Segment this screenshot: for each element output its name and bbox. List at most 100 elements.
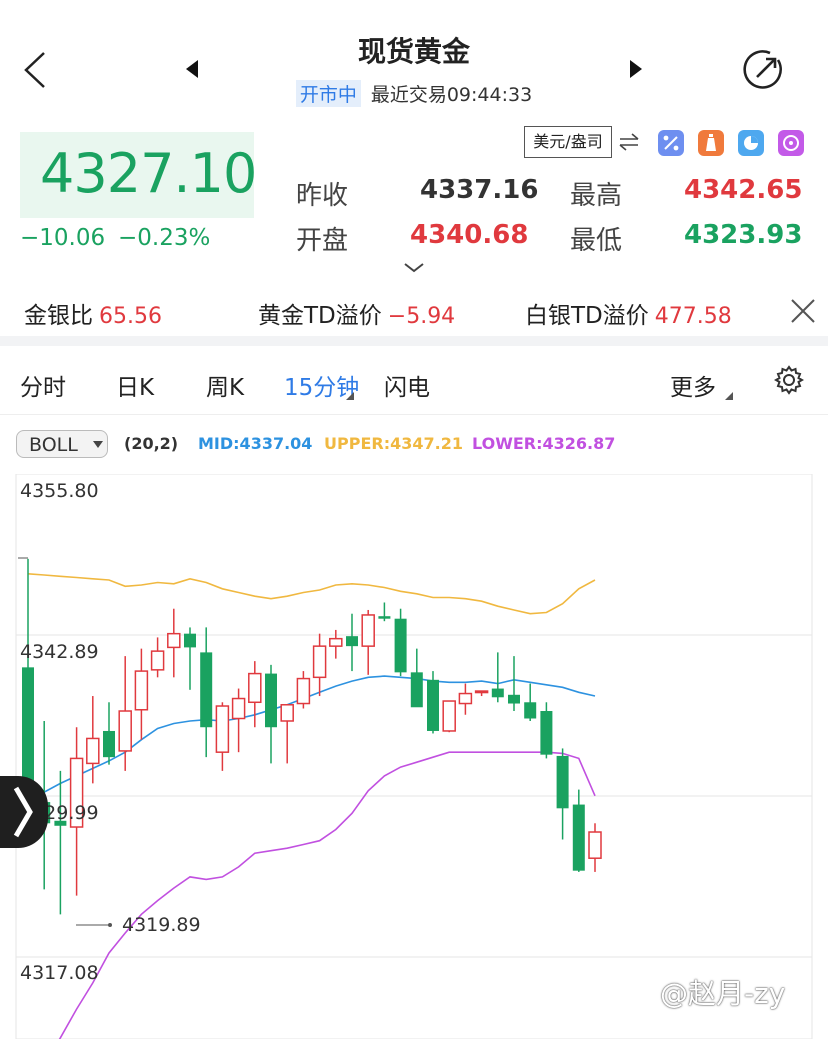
- candle-body: [588, 831, 602, 859]
- refresh-button[interactable]: [742, 48, 786, 92]
- gear-icon: [774, 365, 804, 395]
- axis-label-upper-mid: 4342.89: [20, 641, 99, 663]
- candle: [508, 656, 520, 712]
- next-instrument-button[interactable]: [628, 58, 644, 80]
- candle-body: [167, 632, 181, 649]
- candle-body: [378, 616, 391, 619]
- tab-dropdown-corner-icon: [346, 392, 354, 400]
- candle: [184, 627, 196, 690]
- more-dropdown-corner-icon: [725, 392, 733, 400]
- percent-tool-button[interactable]: [658, 130, 684, 156]
- gs-value: 65.56: [99, 304, 162, 329]
- boll-lower-line: [58, 751, 596, 1039]
- candle: [215, 702, 230, 771]
- candle-body: [329, 637, 343, 647]
- candle-body: [524, 702, 537, 719]
- candle-body: [150, 650, 165, 671]
- candle: [265, 664, 277, 764]
- percent-icon: [658, 130, 684, 156]
- indicator-lower: LOWER:4326.87: [472, 434, 616, 453]
- candle: [378, 602, 391, 622]
- status-badge: 开市中: [295, 80, 361, 107]
- tab-daily-k[interactable]: 日K: [116, 368, 154, 402]
- candle: [200, 627, 213, 758]
- candle-body: [572, 804, 585, 871]
- candle: [410, 648, 423, 708]
- lighthouse-icon: [698, 130, 724, 156]
- prev-close-value: 4337.16: [420, 175, 539, 205]
- chart-settings-button[interactable]: [774, 365, 804, 395]
- close-icon: [791, 299, 815, 323]
- candle-body: [296, 677, 311, 705]
- candle-body: [86, 737, 100, 765]
- high-value: 4342.65: [684, 175, 803, 205]
- axis-label-top: 4355.80: [20, 480, 99, 502]
- silver-td-value: 477.58: [654, 304, 732, 329]
- prev-close-label: 昨收: [296, 181, 349, 211]
- gold-td-label: 黄金TD溢价: [258, 303, 382, 329]
- candle-body: [312, 645, 327, 679]
- calc-tool-button[interactable]: [778, 130, 804, 156]
- candle-body: [346, 636, 358, 647]
- candle: [329, 629, 343, 659]
- candle-body: [394, 618, 407, 673]
- candle-body: [231, 697, 246, 720]
- triangle-right-icon: [630, 60, 642, 78]
- chevron-down-icon: [404, 263, 424, 273]
- indicator-mid: MID:4337.04: [198, 434, 313, 453]
- candle-body: [265, 673, 277, 728]
- expand-button[interactable]: [403, 262, 425, 274]
- candle: [280, 704, 294, 764]
- candle-body: [427, 679, 439, 731]
- candle: [524, 683, 537, 721]
- candlestick-chart[interactable]: [0, 474, 828, 1039]
- price-change: −10.06: [20, 225, 106, 251]
- gs-label: 金银比: [24, 303, 93, 329]
- tab-intraday[interactable]: 分时: [20, 368, 66, 402]
- candle-body: [491, 688, 504, 698]
- tab-weekly-k[interactable]: 周K: [206, 368, 244, 402]
- candle: [103, 702, 115, 765]
- indicator-select[interactable]: BOLL: [16, 430, 108, 458]
- candle: [458, 683, 473, 715]
- pie-chart-icon: [738, 130, 764, 156]
- axis-label-bottom: 4317.08: [20, 962, 99, 984]
- candle: [361, 609, 375, 675]
- low-value: 4323.93: [684, 220, 803, 250]
- chart-tool-button[interactable]: [738, 130, 764, 156]
- candle-body: [508, 694, 520, 704]
- indicator-name: BOLL: [29, 434, 78, 456]
- candle: [556, 748, 569, 840]
- tab-flash[interactable]: 闪电: [384, 368, 430, 402]
- unit-switch-button[interactable]: [618, 132, 640, 152]
- candle-body: [458, 692, 473, 705]
- boll-upper-line: [27, 573, 596, 615]
- gold-td-premium: 黄金TD溢价 −5.94: [258, 296, 455, 330]
- section-gap: [0, 336, 828, 346]
- low-label: 最低: [570, 226, 623, 256]
- silver-td-label: 白银TD溢价: [525, 303, 649, 329]
- open-value: 4340.68: [410, 220, 529, 250]
- close-ratio-button[interactable]: [790, 298, 816, 324]
- candle-body: [410, 672, 423, 708]
- gold-td-value: −5.94: [387, 304, 456, 329]
- swap-arrows-icon: [619, 133, 639, 151]
- watermark-text: @赵月-zy: [660, 977, 786, 1010]
- side-drawer-handle[interactable]: [0, 776, 48, 848]
- candle-body: [200, 652, 213, 728]
- candle: [394, 608, 407, 677]
- unit-selector[interactable]: 美元/盎司: [524, 126, 612, 158]
- alert-tool-button[interactable]: [698, 130, 724, 156]
- candle: [312, 633, 327, 697]
- low-price-marker: 4319.89: [122, 914, 201, 936]
- candle: [427, 671, 439, 734]
- candle: [346, 613, 358, 672]
- candle: [167, 608, 181, 678]
- candle: [442, 700, 456, 733]
- open-label: 开盘: [296, 226, 349, 256]
- candle: [588, 823, 602, 872]
- candle-body: [248, 672, 262, 704]
- candle-body: [442, 700, 456, 732]
- candle-body: [103, 730, 115, 758]
- tab-more[interactable]: 更多: [670, 368, 716, 402]
